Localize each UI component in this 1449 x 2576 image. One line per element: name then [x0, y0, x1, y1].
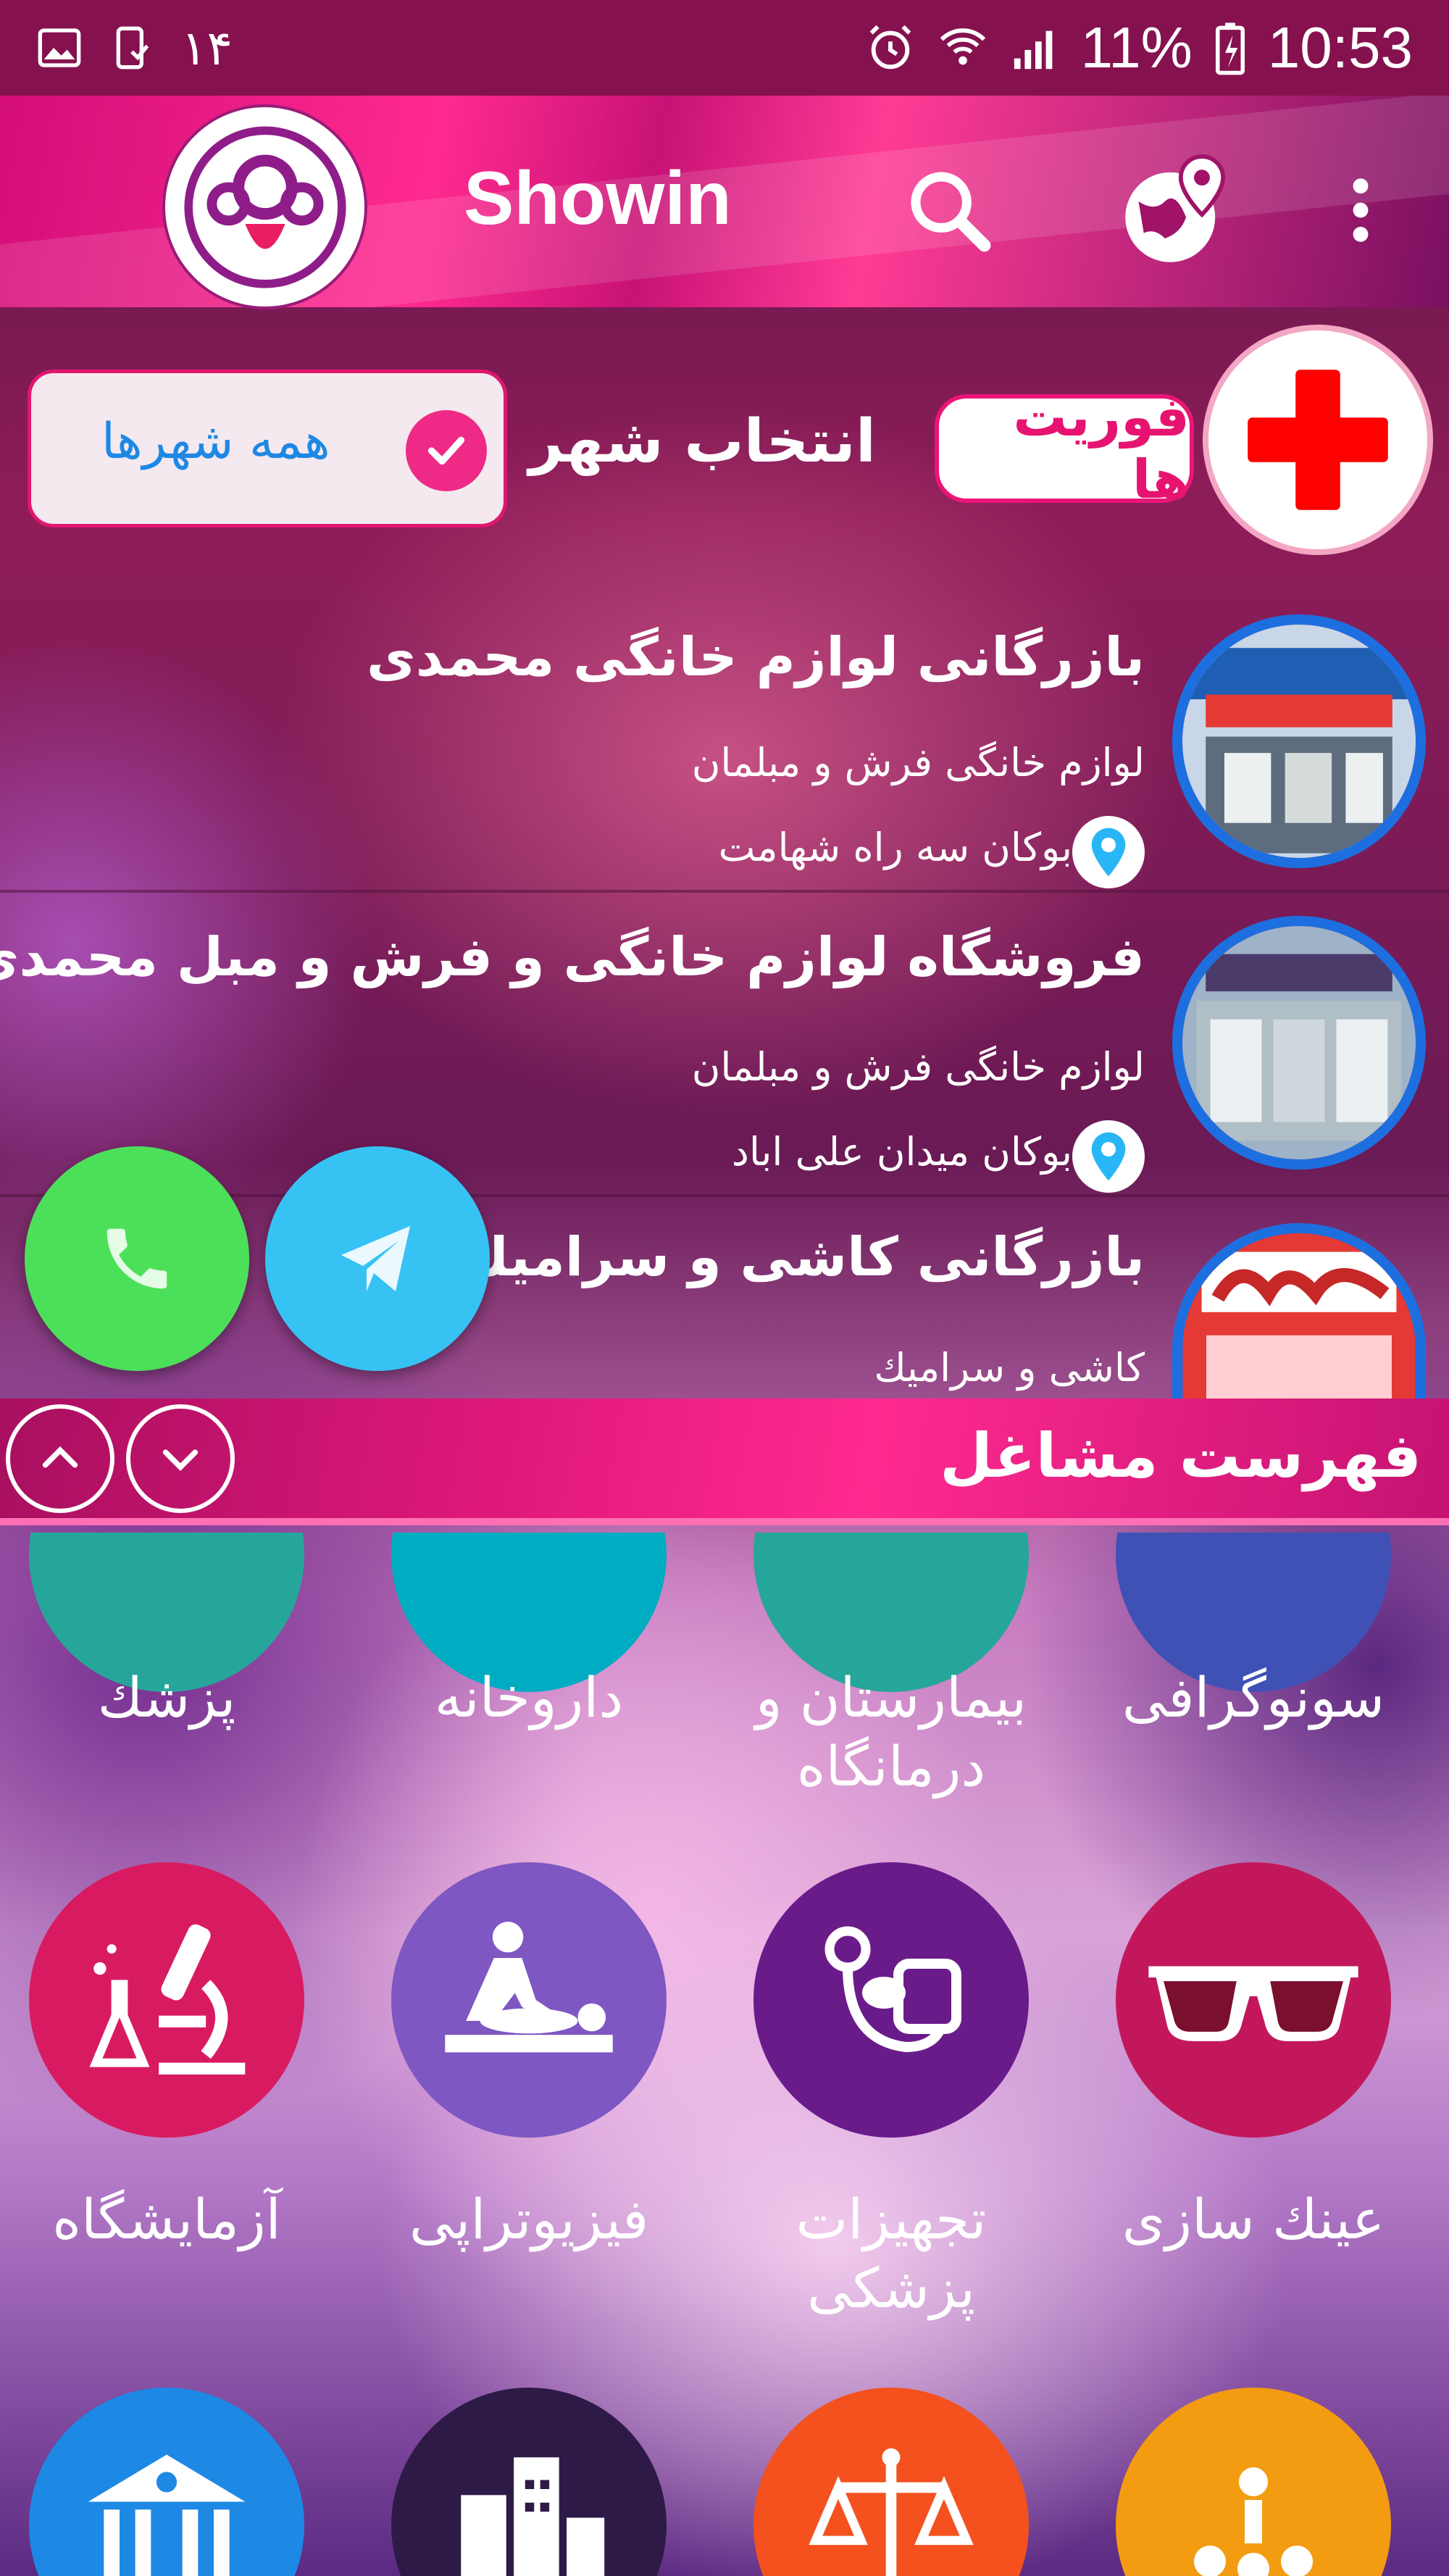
bank-icon [88, 2454, 246, 2576]
category-glasses[interactable] [1116, 1862, 1391, 2138]
status-left-number: ۱۴ [181, 20, 233, 76]
category-laboratory[interactable] [29, 1862, 304, 2138]
listing-address: بوکان میدان علی اباد [731, 1129, 1072, 1175]
glasses-icon [1148, 1966, 1358, 2041]
category-buildings[interactable] [391, 2388, 667, 2576]
overflow-menu-icon[interactable] [1339, 174, 1382, 249]
listing-thumbnail [1172, 1223, 1426, 1399]
list-item[interactable]: فروشگاه لوازم خانگی و فرش و مبل محمدی لو… [0, 896, 1449, 1197]
category-label[interactable]: بیمارستان و درمانگاه [739, 1663, 1043, 1801]
telegram-icon [341, 1226, 410, 1291]
scales-icon [809, 2448, 974, 2576]
selected-city-label: همه شهرها [101, 413, 330, 470]
globe-location-icon[interactable] [1112, 149, 1239, 278]
massage-icon [445, 1922, 613, 2053]
category-label[interactable]: فیزیوتراپی [362, 2185, 696, 2254]
app-logo-icon[interactable] [165, 107, 364, 307]
category-people[interactable] [1116, 2388, 1391, 2576]
call-button[interactable] [25, 1146, 249, 1371]
category-bank[interactable] [29, 2388, 304, 2576]
gallery-icon [38, 28, 81, 67]
alarm-icon [869, 25, 911, 70]
listing-category: لوازم خانگی فرش و مبلمان [691, 740, 1145, 785]
battery-percent: 11% [1080, 15, 1193, 80]
listing-title: فروشگاه لوازم خانگی و فرش و مبل محمدی [0, 926, 1145, 988]
app-title: Showin [464, 157, 732, 241]
category-label[interactable]: آزمایشگاه [0, 2185, 333, 2254]
category-label[interactable]: پزشك [14, 1663, 319, 1732]
section-title: فهرست مشاغل [940, 1420, 1421, 1491]
scroll-down-button[interactable] [126, 1404, 235, 1513]
chevron-down-icon [162, 1449, 199, 1472]
buildings-icon [461, 2457, 605, 2576]
list-item[interactable]: بازرگانی لوازم خانگی محمدی لوازم خانگی ف… [0, 591, 1449, 893]
scroll-up-button[interactable] [6, 1404, 114, 1513]
listing-thumbnail [1172, 614, 1426, 868]
category-grid: سونوگرافی بیمارستان و درمانگاه داروخانه … [0, 1533, 1449, 2576]
people-icon [1194, 2467, 1313, 2576]
category-label[interactable]: عینك سازی [1087, 2185, 1420, 2254]
blood-pressure-icon [824, 1926, 961, 2053]
category-label[interactable]: تجهیزات پزشکی [775, 2185, 1007, 2322]
status-time: 10:53 [1267, 15, 1413, 80]
listing-category: کاشی و سرامیك [874, 1345, 1145, 1391]
category-medical-equipment[interactable] [753, 1862, 1029, 2138]
listing-title: بازرگانی لوازم خانگی محمدی [366, 626, 1145, 688]
phone-icon [107, 1228, 167, 1289]
battery-charging-icon [1215, 22, 1245, 75]
listing-address: بوکان سه راه شهامت [718, 825, 1072, 870]
wifi-icon [940, 28, 985, 65]
search-icon[interactable] [902, 163, 996, 260]
location-pin-icon [1072, 1120, 1145, 1193]
check-icon [406, 410, 487, 491]
listing-thumbnail [1172, 916, 1426, 1170]
telegram-button[interactable] [265, 1146, 490, 1371]
category-label[interactable]: سونوگرافی [1087, 1663, 1420, 1732]
status-bar: ۱۴ 11% 10:53 [0, 0, 1449, 96]
microscope-icon [89, 1924, 246, 2075]
listing-category: لوازم خانگی فرش و مبلمان [691, 1044, 1145, 1090]
category-label[interactable]: داروخانه [377, 1663, 681, 1732]
location-pin-icon [1072, 816, 1145, 888]
category-physiotherapy[interactable] [391, 1862, 667, 2138]
category-legal[interactable] [753, 2388, 1029, 2576]
favorites-button[interactable]: فوریت ها [935, 386, 1194, 511]
add-plus-icon[interactable] [1203, 325, 1433, 555]
choose-city-label: انتخاب شهر [529, 407, 876, 476]
download-done-icon [116, 26, 149, 70]
chevron-up-icon [42, 1446, 78, 1468]
signal-icon [1014, 30, 1052, 70]
